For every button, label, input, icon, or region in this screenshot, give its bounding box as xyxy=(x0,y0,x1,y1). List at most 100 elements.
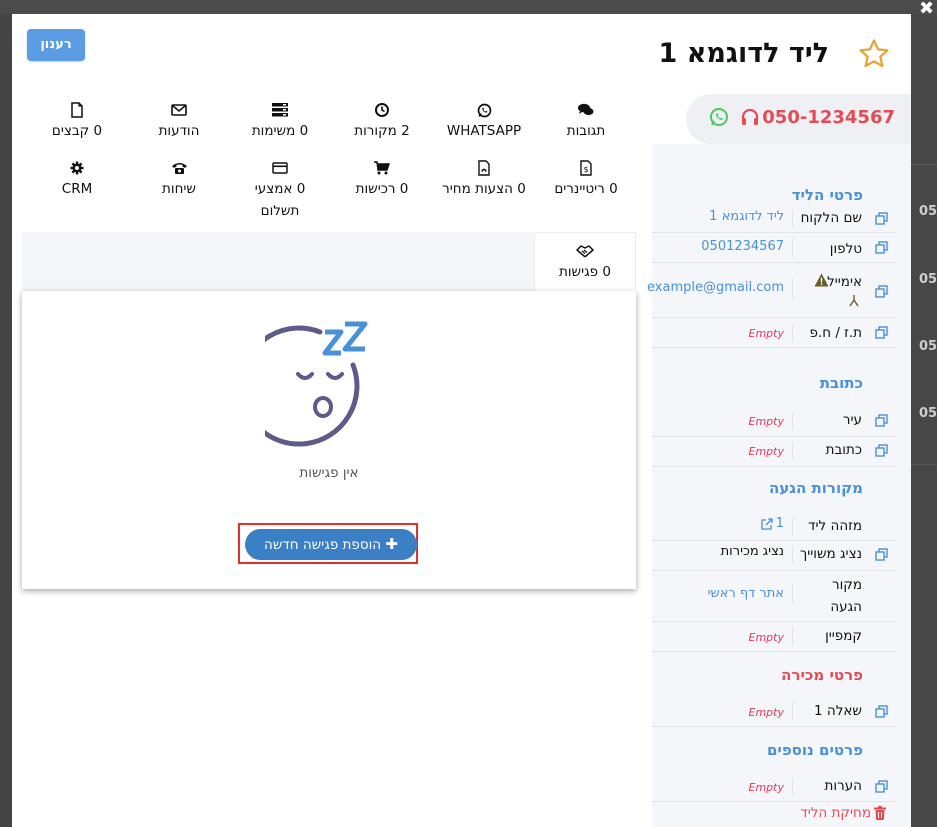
tab-tasks[interactable]: 0 משימות xyxy=(240,100,320,142)
tabs-area-gap xyxy=(22,232,534,291)
add-meeting-button[interactable]: ✚ הוספת פגישה חדשה xyxy=(245,529,417,560)
tab-quotes[interactable]: 0 הצעות מחיר xyxy=(432,158,536,200)
detail-row-id: ת.ז / ח.פ Empty xyxy=(652,318,896,348)
detail-value[interactable]: 1 xyxy=(776,516,784,531)
copy-icon[interactable] xyxy=(875,780,888,793)
trash-icon[interactable] xyxy=(874,806,886,820)
close-modal-button[interactable]: ✖ xyxy=(919,0,934,18)
copy-icon[interactable] xyxy=(875,285,888,298)
tab-label: 0 משימות xyxy=(251,123,309,139)
detail-label: הערות xyxy=(824,778,862,794)
tab-label: הודעות xyxy=(158,123,200,139)
section-title-lead-details: פרטי הליד xyxy=(791,186,863,204)
background-number: 05 xyxy=(919,204,937,219)
tab-meetings[interactable]: 0 פגישות xyxy=(534,232,636,290)
tab-label: 0 רכישות xyxy=(355,181,409,197)
detail-value-empty[interactable]: Empty xyxy=(749,781,784,794)
detail-value-empty[interactable]: Empty xyxy=(749,415,784,428)
detail-value[interactable]: 0501234567 xyxy=(701,239,784,254)
headset-icon[interactable] xyxy=(740,108,760,128)
detail-value[interactable]: example@gmail.com xyxy=(647,280,784,295)
tab-whatsapp[interactable]: WHATSAPP xyxy=(432,100,536,142)
tasks-icon xyxy=(272,103,288,117)
lead-details-sidebar: פרטי הליד שם הלקוח ליד לדוגמא 1 טלפון 05… xyxy=(647,144,911,827)
copy-icon[interactable] xyxy=(875,444,888,457)
copy-icon[interactable] xyxy=(875,548,888,561)
tab-files[interactable]: 0 קבצים xyxy=(42,100,112,142)
background-number: 05 xyxy=(919,272,937,287)
cart-icon xyxy=(374,161,390,175)
tab-label: תגובות xyxy=(566,123,606,139)
detail-label: עיר xyxy=(842,412,862,428)
warning-icon xyxy=(814,273,829,287)
detail-row-notes: הערות Empty xyxy=(652,772,896,802)
detail-row-lead-id: מזהה ליד 1 xyxy=(652,513,896,541)
section-title-extra: פרטים נוספים xyxy=(766,741,863,759)
copy-icon[interactable] xyxy=(875,212,888,225)
svg-text:$: $ xyxy=(583,165,588,174)
empty-state-text: אין פגישות xyxy=(299,465,359,481)
tab-retainers[interactable]: $ 0 ריטיינרים xyxy=(547,158,625,200)
tab-crm[interactable]: CRM xyxy=(42,158,112,200)
detail-row-campaign: קמפיין Empty xyxy=(652,622,896,652)
detail-label: ת.ז / ח.פ xyxy=(809,325,862,341)
detail-row-phone: טלפון 0501234567 xyxy=(652,233,896,263)
delete-lead-link[interactable]: מחיקת הליד xyxy=(800,805,871,821)
section-title-address: כתובת xyxy=(819,374,863,392)
copy-icon[interactable] xyxy=(875,414,888,427)
tab-payment-methods[interactable]: 0 אמצעי תשלום xyxy=(240,158,320,222)
phone-icon xyxy=(171,163,187,174)
detail-row-email: אימייל example@gmail.com xyxy=(647,263,896,318)
detail-row-source: מקור הגעה אתר דף ראשי xyxy=(652,571,896,622)
plus-icon: ✚ xyxy=(385,535,398,553)
credit-card-icon xyxy=(272,162,288,174)
detail-label: נציג משוייך xyxy=(800,546,862,562)
detail-value[interactable]: ליד לדוגמא 1 xyxy=(709,209,784,224)
tab-purchases[interactable]: 0 רכישות xyxy=(341,158,423,200)
merge-icon[interactable] xyxy=(849,295,859,307)
tab-label: 2 מקורות xyxy=(354,123,410,139)
background-number: 05 xyxy=(919,406,937,421)
detail-row-agent: נציג משוייך נציג מכירות xyxy=(652,541,896,571)
detail-label: טלפון xyxy=(829,241,862,257)
background-list-edge: 05 05 05 05 xyxy=(911,14,937,827)
whatsapp-icon[interactable] xyxy=(709,107,729,127)
tab-comments[interactable]: תגובות xyxy=(547,100,625,142)
detail-row-city: עיר Empty xyxy=(652,407,896,437)
section-title-sales: פרטי מכירה xyxy=(781,666,863,684)
detail-label: אימייל xyxy=(827,274,862,290)
lead-title: ליד לדוגמא 1 xyxy=(658,38,830,69)
section-title-sources: מקורות הגעה xyxy=(769,479,863,497)
detail-row-name: שם הלקוח ליד לדוגמא 1 xyxy=(652,204,896,233)
tab-label: שיחות xyxy=(162,181,196,197)
tab-messages[interactable]: הודעות xyxy=(142,100,216,142)
add-meeting-label: הוספת פגישה חדשה xyxy=(264,537,382,553)
tab-label: 0 קבצים xyxy=(51,123,103,139)
external-link-icon[interactable] xyxy=(761,518,773,530)
add-meeting-highlight: ✚ הוספת פגישה חדשה xyxy=(238,523,418,564)
detail-label: שאלה 1 xyxy=(814,703,862,719)
sleeping-face-icon xyxy=(265,321,368,447)
copy-icon[interactable] xyxy=(875,705,888,718)
star-icon[interactable] xyxy=(857,37,891,71)
detail-value[interactable]: אתר דף ראשי xyxy=(708,586,784,601)
copy-icon[interactable] xyxy=(875,326,888,339)
detail-value-empty[interactable]: Empty xyxy=(749,327,784,340)
copy-icon[interactable] xyxy=(875,241,888,254)
tab-label: WHATSAPP xyxy=(446,123,522,139)
detail-value[interactable]: נציג מכירות xyxy=(721,544,784,559)
comments-icon xyxy=(578,103,594,116)
tab-label: CRM xyxy=(61,181,93,197)
detail-value-empty[interactable]: Empty xyxy=(749,445,784,458)
handshake-icon xyxy=(576,245,594,258)
tab-calls[interactable]: שיחות xyxy=(142,158,216,200)
background-left-edge xyxy=(0,14,12,827)
contact-bar: 050-1234567 xyxy=(686,94,911,144)
detail-value-empty[interactable]: Empty xyxy=(749,706,784,719)
phone-number-link[interactable]: 050-1234567 xyxy=(762,107,895,128)
detail-label: כתובת xyxy=(825,442,862,458)
tab-sources[interactable]: 2 מקורות xyxy=(341,100,423,142)
detail-value-empty[interactable]: Empty xyxy=(749,631,784,644)
invoice-icon: $ xyxy=(579,160,592,176)
refresh-button[interactable]: רענון xyxy=(27,29,85,61)
